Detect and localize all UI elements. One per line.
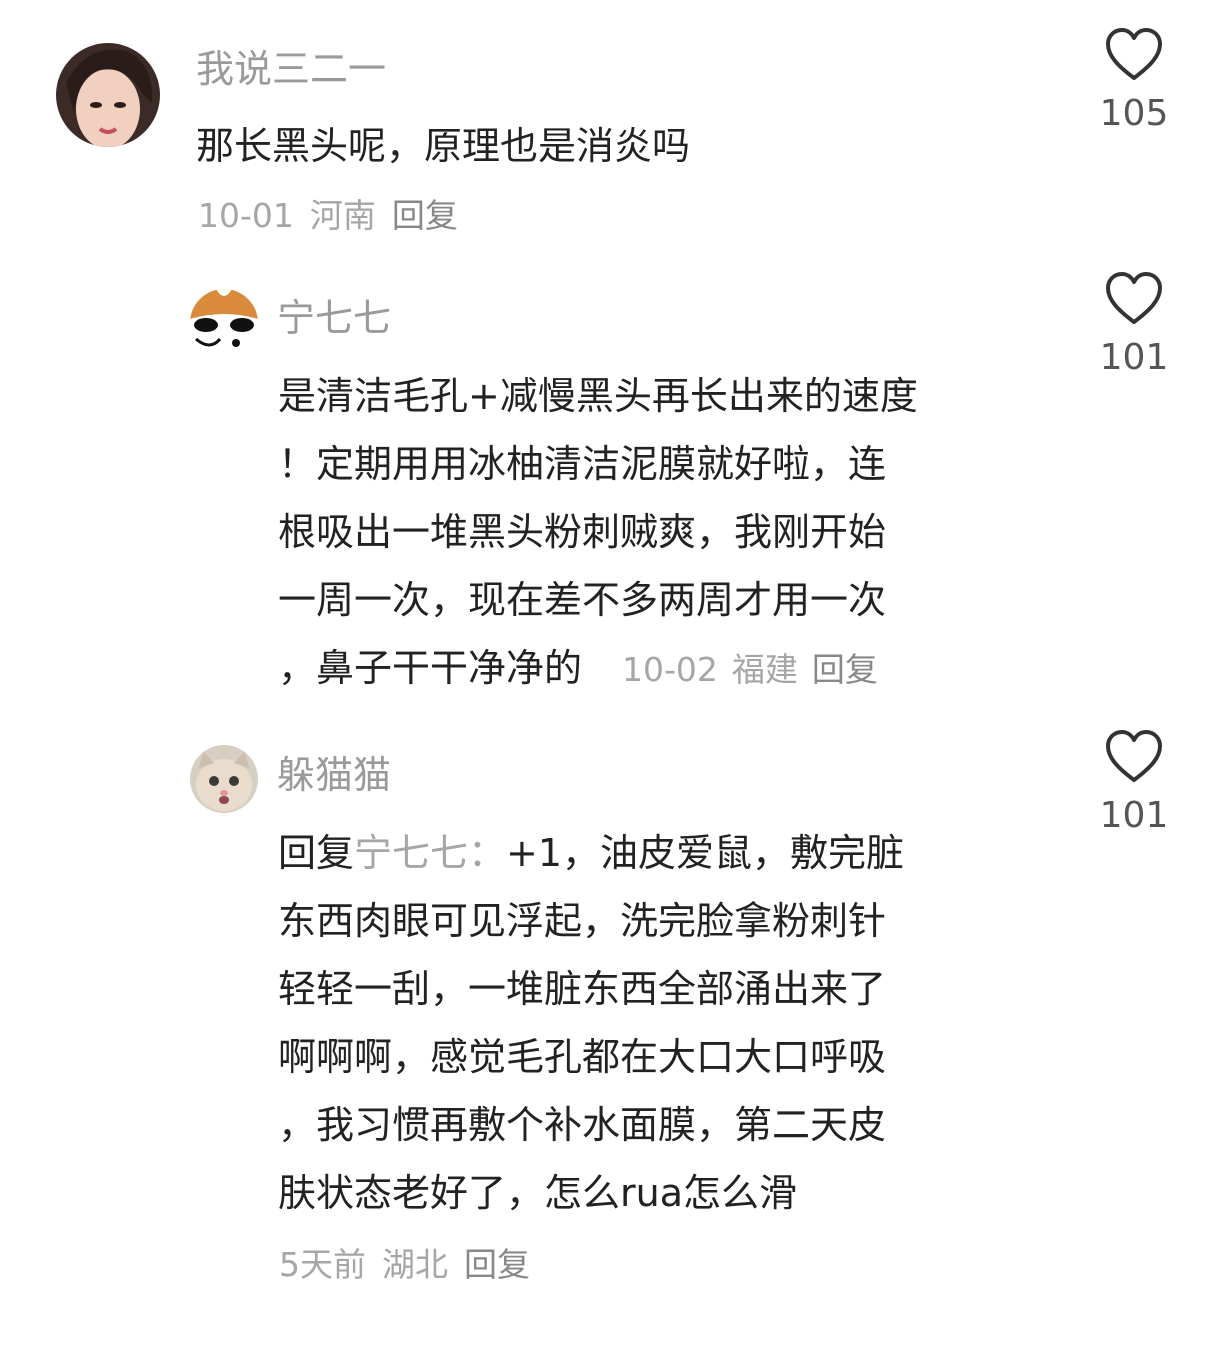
like-count: 101: [1099, 337, 1169, 378]
reply-button[interactable]: 回复: [392, 196, 458, 235]
comment-text: 回复宁七七：+1，油皮爱鼠，敷完脏 东西肉眼可见浮起，洗完脸拿粉刺针 轻轻一刮，…: [278, 819, 904, 1227]
comment-text: 那长黑头呢，原理也是消炎吗: [196, 112, 690, 180]
comment-text-line: 啊啊啊，感觉毛孔都在大口大口呼吸: [278, 1035, 887, 1079]
comment-location: 湖北: [382, 1245, 448, 1284]
comment-text-line: ！定期用用冰柚清洁泥膜就好啦，连: [278, 442, 887, 486]
reply-button[interactable]: 回复: [464, 1245, 530, 1284]
comment-text-line: 那长黑头呢，原理也是消炎吗: [196, 124, 691, 168]
heart-outline-icon: [1106, 272, 1162, 324]
reply-prefix: 回复: [278, 831, 355, 875]
comment-text-line: 轻轻一刮，一堆脏东西全部涌出来了: [278, 967, 887, 1011]
like-button[interactable]: 101: [1089, 270, 1179, 376]
comment-meta: 10-01 河南 回复: [198, 199, 458, 232]
comment-text-line-end: ，鼻子干干净净的: [278, 646, 583, 690]
like-button[interactable]: 101: [1089, 728, 1179, 834]
comment-text-line: 是清洁毛孔+减慢黑头再长出来的速度: [278, 374, 918, 418]
comment-text-line: 根吸出一堆黑头粉刺贼爽，我刚开始: [278, 510, 887, 554]
like-count: 101: [1099, 795, 1169, 836]
comment-username[interactable]: 我说三二一: [196, 50, 386, 88]
comment-text-line: ，我习惯再敷个补水面膜，第二天皮: [278, 1103, 887, 1147]
comment-date: 10-02: [622, 650, 718, 689]
reply-target-username[interactable]: 宁七七：: [354, 831, 506, 875]
comment-location: 河南: [309, 196, 376, 235]
comment-meta: 5天前 湖北 回复: [279, 1248, 530, 1281]
comment-text-line: 回复宁七七：+1，油皮爱鼠，敷完脏: [278, 819, 904, 887]
comment-text-line: ，鼻子干干净净的 10-02 福建 回复: [278, 634, 918, 704]
comment-text-line: 东西肉眼可见浮起，洗完脸拿粉刺针: [278, 899, 887, 943]
comment-username[interactable]: 宁七七: [277, 299, 391, 337]
comment-date: 10-01: [198, 196, 294, 235]
comment-text-line: 一周一次，现在差不多两周才用一次: [278, 578, 887, 622]
heart-outline-icon: [1106, 28, 1162, 80]
avatar[interactable]: [56, 43, 160, 147]
avatar[interactable]: [190, 745, 258, 813]
like-button[interactable]: 105: [1089, 26, 1179, 132]
comment-text-line: 肤状态老好了，怎么rua怎么滑: [278, 1171, 797, 1215]
comment-meta: 10-02 福建 回复: [622, 650, 878, 689]
comment-location: 福建: [731, 650, 798, 689]
comment-date: 5天前: [279, 1245, 366, 1284]
comment-text: 是清洁毛孔+减慢黑头再长出来的速度 ！定期用用冰柚清洁泥膜就好啦，连 根吸出一堆…: [278, 362, 918, 704]
like-count: 105: [1099, 93, 1169, 134]
reply-button[interactable]: 回复: [812, 650, 878, 689]
heart-outline-icon: [1106, 730, 1162, 782]
comment-text-line-start: +1，油皮爱鼠，敷完脏: [506, 831, 905, 875]
avatar[interactable]: [190, 289, 258, 357]
comment-username[interactable]: 躲猫猫: [277, 756, 391, 794]
